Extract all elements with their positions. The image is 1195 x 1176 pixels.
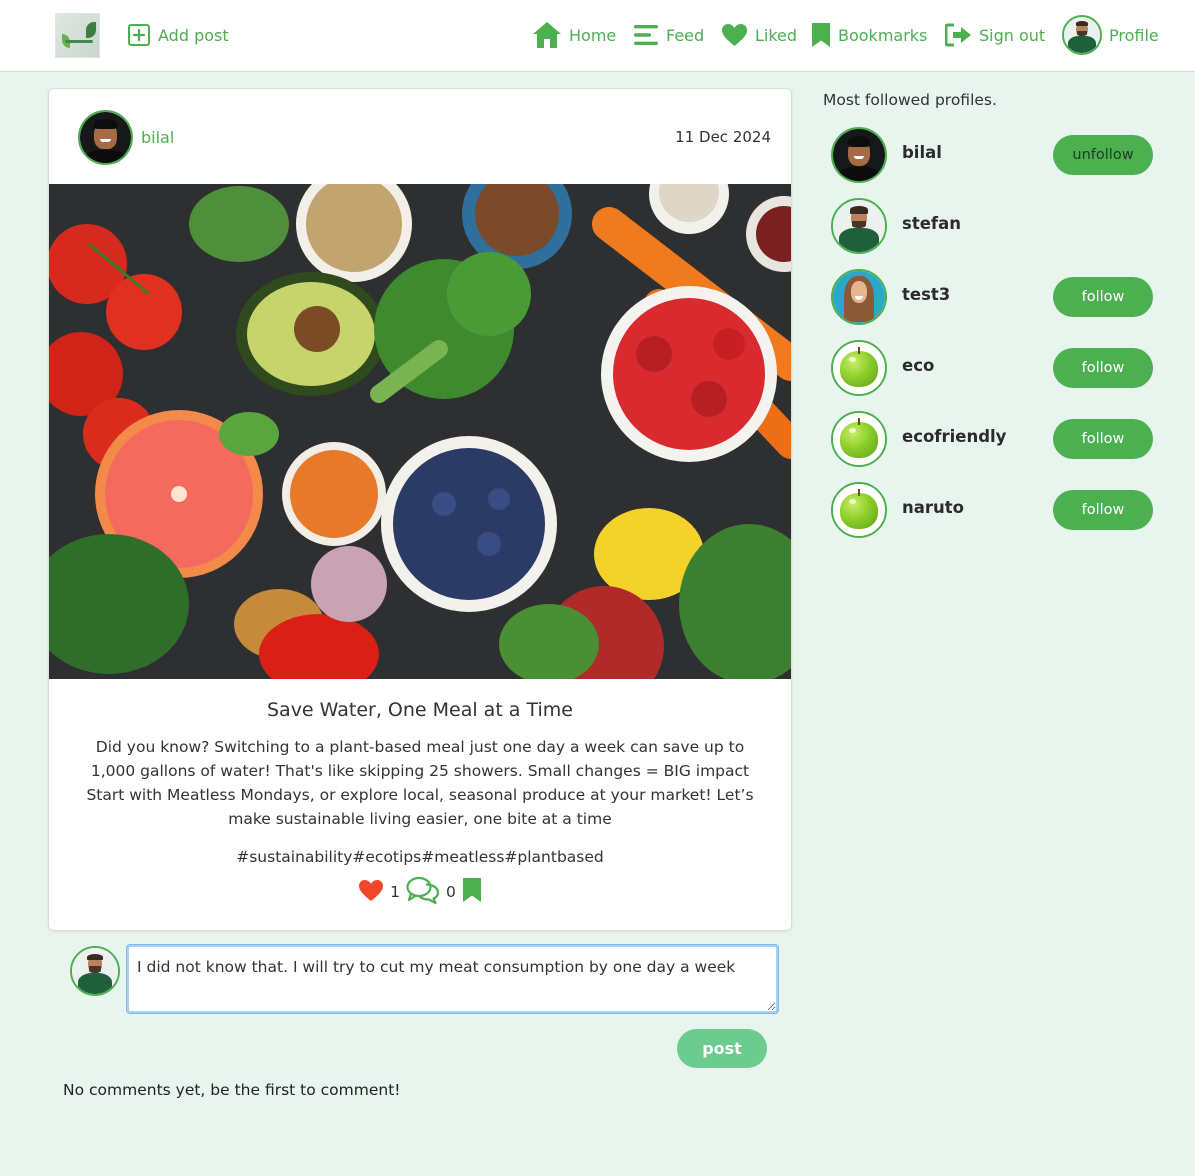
- sign-out-link[interactable]: Sign out: [945, 17, 1045, 53]
- add-post-label: Add post: [158, 25, 229, 45]
- profile-row: naruto follow: [831, 482, 1153, 538]
- unfollow-button[interactable]: unfollow: [1053, 135, 1153, 175]
- plus-square-icon: [127, 23, 151, 47]
- bookmark-button[interactable]: [462, 877, 482, 907]
- comment-count: 0: [446, 883, 456, 901]
- top-navbar: Add post Home Feed Liked Bookmarks Sign …: [0, 0, 1195, 72]
- profile-avatar[interactable]: [831, 482, 887, 538]
- profile-avatar[interactable]: [831, 340, 887, 396]
- profile-name[interactable]: eco: [902, 356, 934, 375]
- bookmark-icon: [811, 22, 831, 48]
- profile-link[interactable]: Profile: [1062, 15, 1159, 55]
- comments-button[interactable]: [406, 876, 440, 908]
- comment-input[interactable]: I did not know that. I will try to cut m…: [127, 945, 778, 1013]
- like-button[interactable]: [358, 879, 384, 906]
- profile-row: test3 follow: [831, 269, 1153, 325]
- profile-name[interactable]: ecofriendly: [902, 427, 1006, 446]
- comments-icon: [406, 876, 440, 908]
- post-author[interactable]: bilal: [78, 110, 174, 165]
- feed-link[interactable]: Feed: [633, 17, 704, 53]
- profile-row: eco follow: [831, 340, 1153, 396]
- post-title: Save Water, One Meal at a Time: [266, 699, 573, 721]
- profile-name[interactable]: stefan: [902, 214, 961, 233]
- post-image: [49, 184, 791, 679]
- post-tags[interactable]: #sustainability#ecotips#meatless#plantba…: [49, 848, 791, 866]
- liked-label: Liked: [755, 25, 798, 45]
- heart-icon: [721, 23, 748, 47]
- site-logo[interactable]: [55, 13, 100, 58]
- profile-label: Profile: [1109, 25, 1159, 45]
- home-label: Home: [569, 25, 617, 45]
- author-name: bilal: [141, 128, 175, 147]
- commenter-avatar: [70, 946, 120, 996]
- profile-avatar[interactable]: [831, 198, 887, 254]
- menu-lines-icon: [633, 23, 659, 47]
- follow-button[interactable]: follow: [1053, 419, 1153, 459]
- feed-label: Feed: [666, 25, 705, 45]
- sign-out-label: Sign out: [979, 25, 1046, 45]
- post-card: bilal 11 Dec 2024 Save Water, One Meal a…: [48, 88, 792, 931]
- add-post-link[interactable]: Add post: [127, 17, 229, 53]
- profile-name[interactable]: test3: [902, 285, 950, 304]
- author-avatar: [78, 110, 133, 165]
- heart-icon: [358, 879, 384, 906]
- post-comment-button[interactable]: post: [677, 1029, 767, 1068]
- home-icon: [532, 21, 562, 49]
- profile-row: bilal unfollow: [831, 127, 1153, 183]
- follow-button[interactable]: follow: [1053, 277, 1153, 317]
- follow-button[interactable]: follow: [1053, 348, 1153, 388]
- profile-avatar[interactable]: [831, 411, 887, 467]
- follow-button[interactable]: follow: [1053, 490, 1153, 530]
- no-comments-message: No comments yet, be the first to comment…: [63, 1081, 401, 1099]
- profile-avatar: [1062, 15, 1102, 55]
- post-body: Did you know? Switching to a plant-based…: [86, 738, 754, 828]
- liked-link[interactable]: Liked: [721, 17, 797, 53]
- profile-name[interactable]: bilal: [902, 143, 942, 162]
- profile-row: stefan: [831, 198, 1153, 254]
- post-actions: 1 0: [49, 876, 791, 908]
- bookmarks-label: Bookmarks: [838, 25, 928, 45]
- bookmarks-link[interactable]: Bookmarks: [811, 17, 927, 53]
- like-count: 1: [390, 883, 400, 901]
- bookmark-icon: [462, 877, 482, 907]
- profile-name[interactable]: naruto: [902, 498, 964, 517]
- sidebar-title: Most followed profiles.: [823, 91, 997, 109]
- post-date: 11 Dec 2024: [675, 128, 771, 146]
- profile-avatar[interactable]: [831, 127, 887, 183]
- home-link[interactable]: Home: [532, 17, 616, 53]
- profile-row: ecofriendly follow: [831, 411, 1153, 467]
- sign-out-icon: [945, 23, 972, 47]
- profile-avatar[interactable]: [831, 269, 887, 325]
